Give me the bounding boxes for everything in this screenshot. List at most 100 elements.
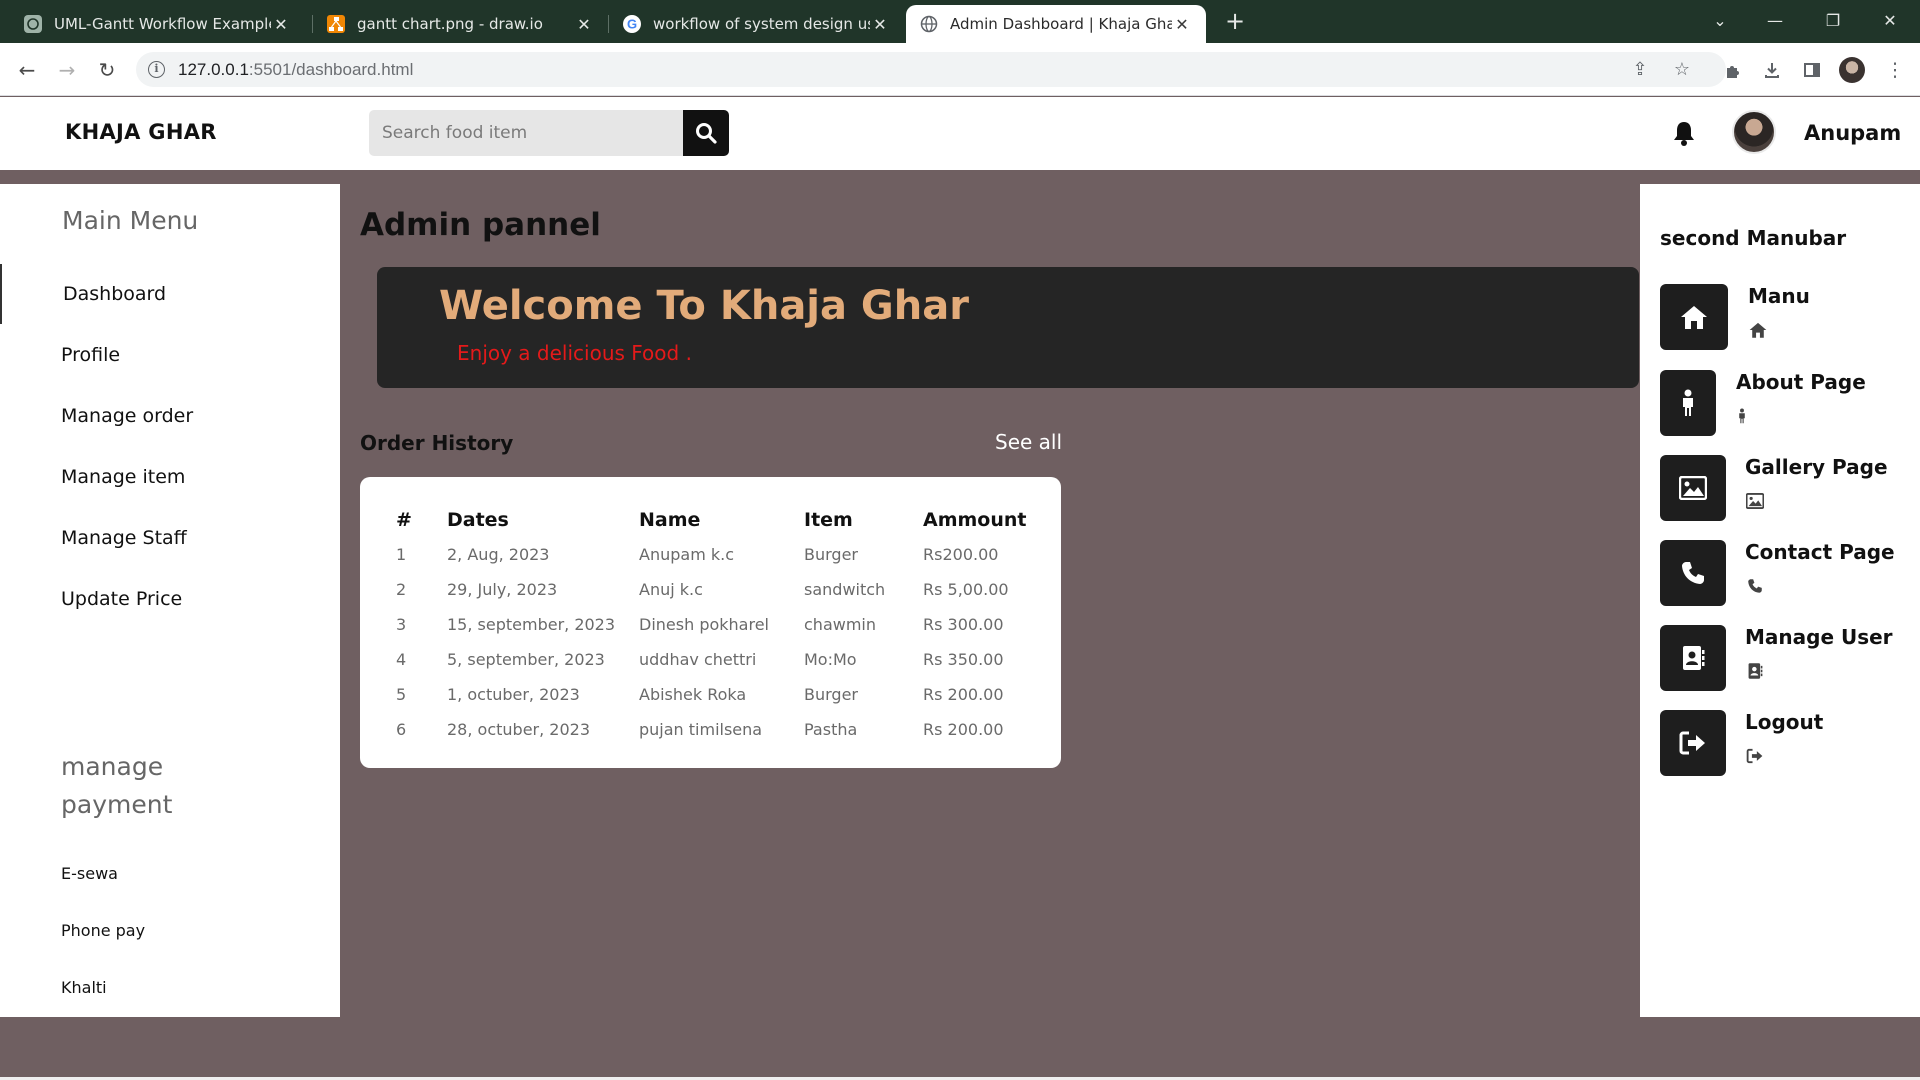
browser-profile-avatar[interactable] [1839,57,1865,83]
column-header: # [396,509,412,531]
bookmark-star-icon[interactable]: ☆ [1670,58,1694,82]
address-book-icon [1745,661,1765,681]
payment-item-esewa[interactable]: E-sewa [61,864,118,883]
window-close-icon[interactable]: ✕ [1870,6,1910,36]
rside-label[interactable]: About Page [1736,370,1866,394]
table-cell: 1 [396,545,407,564]
address-book-icon-button[interactable] [1660,625,1726,691]
tab-title: gantt chart.png - draw.io [357,15,543,33]
table-cell: pujan timilsena [639,720,763,739]
table-cell: Rs 350.00 [923,650,1004,669]
extensions-icon[interactable] [1718,55,1748,85]
payment-item-khalti[interactable]: Khalti [61,978,107,997]
close-icon[interactable]: ✕ [870,15,890,34]
sidebar-item-manage-staff[interactable]: Manage Staff [61,527,187,549]
table-row: 4 5, september, 2023 uddhav chettri Mo:M… [396,642,1033,677]
image-icon-button[interactable] [1660,455,1726,521]
rside-item-manu[interactable]: Manu [1660,284,1910,350]
logout-icon-button[interactable] [1660,710,1726,776]
google-icon: G [623,15,641,33]
sidebar-item-profile[interactable]: Profile [61,344,120,366]
rside-item-manage-user[interactable]: Manage User [1660,625,1910,691]
phone-icon-button[interactable] [1660,540,1726,606]
table-cell: Burger [804,685,858,704]
table-cell: Pastha [804,720,858,739]
table-cell: Rs200.00 [923,545,999,564]
image-icon [1679,476,1707,500]
banner-title: Welcome To Khaja Ghar [439,283,969,329]
search-input[interactable] [369,110,683,156]
rside-label[interactable]: Contact Page [1745,540,1895,564]
browser-tab[interactable]: UML-Gantt Workflow Example ✕ [10,5,305,43]
close-icon[interactable]: ✕ [574,15,594,34]
new-tab-button[interactable]: + [1222,8,1248,34]
side-panel-icon[interactable] [1797,55,1827,85]
forward-arrow-icon[interactable]: → [52,55,82,85]
openai-icon [24,15,42,33]
sidebar-item-dashboard[interactable]: Dashboard [63,283,166,305]
table-cell: 1, octuber, 2023 [447,685,580,704]
table-row: 5 1, octuber, 2023 Abishek Roka Burger R… [396,677,1033,712]
table-cell: 15, september, 2023 [447,615,616,634]
sidebar-item-manage-order[interactable]: Manage order [61,405,193,427]
column-header: Name [639,509,701,531]
logout-icon [1679,731,1705,755]
svg-text:G: G [627,17,637,32]
close-icon[interactable]: ✕ [271,15,291,34]
url-text[interactable]: 127.0.0.1:5501/dashboard.html [178,60,413,80]
table-cell: 2 [396,580,407,599]
image-icon [1745,491,1765,511]
payment-item-phone-pay[interactable]: Phone pay [61,921,145,940]
kebab-menu-icon[interactable]: ⋮ [1880,55,1910,85]
search-button[interactable] [683,110,729,156]
sidebar-item-manage-item[interactable]: Manage item [61,466,185,488]
username[interactable]: Anupam [1804,121,1901,145]
share-icon[interactable]: ⇪ [1628,58,1652,82]
rside-item-logout[interactable]: Logout [1660,710,1910,776]
site-header: KHAJA GHAR Anupam [0,97,1920,170]
sidebar-item-update-price[interactable]: Update Price [61,588,182,610]
page-title: Admin pannel [360,207,601,243]
home-icon-button[interactable] [1660,284,1728,350]
download-icon[interactable] [1757,55,1787,85]
browser-tab[interactable]: gantt chart.png - draw.io ✕ [313,5,608,43]
main-menu-sidebar: Main Menu Dashboard Profile Manage order… [0,184,340,1017]
order-history-table: # Dates Name Item Ammount 1 2, Aug, 2023… [396,503,1033,747]
rside-label[interactable]: Manu [1748,284,1810,308]
browser-tab[interactable]: G workflow of system design using ✕ [609,5,904,43]
column-header: Dates [447,509,509,531]
table-row: 3 15, september, 2023 Dinesh pokharel ch… [396,607,1033,642]
reload-icon[interactable]: ↻ [92,55,122,85]
minimize-icon[interactable]: — [1755,6,1795,36]
banner-subtitle: Enjoy a delicious Food . [457,341,692,365]
table-cell: 3 [396,615,407,634]
restore-icon[interactable]: ❐ [1813,6,1853,36]
back-arrow-icon[interactable]: ← [12,55,42,85]
browser-tab-active[interactable]: Admin Dashboard | Khaja Ghar ✕ [906,5,1206,43]
tab-search-chevron-icon[interactable]: ⌄ [1700,6,1740,36]
order-history-card: # Dates Name Item Ammount 1 2, Aug, 2023… [360,477,1061,768]
rside-item-gallery[interactable]: Gallery Page [1660,455,1910,521]
browser-tab-bar: UML-Gantt Workflow Example ✕ gantt chart… [0,0,1920,43]
table-cell: 5 [396,685,407,704]
table-row: 1 2, Aug, 2023 Anupam k.c Burger Rs200.0… [396,537,1033,572]
drawio-icon [327,15,345,33]
table-cell: uddhav chettri [639,650,757,669]
person-icon-button[interactable] [1660,370,1716,436]
rside-label[interactable]: Logout [1745,710,1823,734]
rside-item-about[interactable]: About Page [1660,370,1910,436]
brand-logo[interactable]: KHAJA GHAR [65,120,217,144]
site-info-icon[interactable]: i [148,61,165,78]
avatar[interactable] [1732,110,1776,154]
table-row: 6 28, octuber, 2023 pujan timilsena Past… [396,712,1033,747]
rside-label[interactable]: Gallery Page [1745,455,1888,479]
tab-title: workflow of system design using [653,15,870,33]
rside-item-contact[interactable]: Contact Page [1660,540,1910,606]
address-bar[interactable]: i 127.0.0.1:5501/dashboard.html ⇪ ☆ [136,52,1726,87]
notification-bell-icon[interactable] [1671,119,1697,147]
table-cell: 2, Aug, 2023 [447,545,550,564]
rside-label[interactable]: Manage User [1745,625,1893,649]
see-all-link[interactable]: See all [995,430,1062,454]
home-icon [1748,320,1768,340]
close-icon[interactable]: ✕ [1172,15,1192,34]
